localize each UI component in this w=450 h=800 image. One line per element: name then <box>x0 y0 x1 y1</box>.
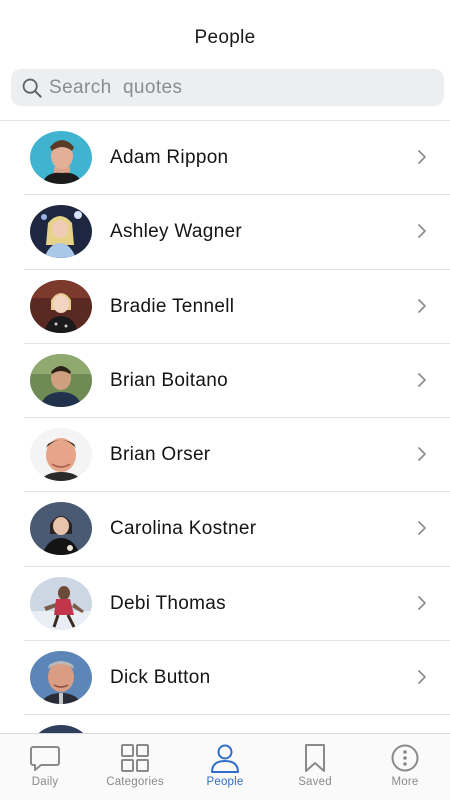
chevron-right-icon <box>418 224 426 239</box>
search-icon <box>22 78 42 98</box>
avatar-image <box>30 353 92 407</box>
tab-daily[interactable]: Daily <box>0 734 90 800</box>
chevron-right-icon <box>418 150 426 164</box>
avatar <box>30 353 92 407</box>
avatar-image <box>30 428 92 482</box>
avatar <box>30 131 92 184</box>
person-name: Debi Thomas <box>110 592 226 614</box>
search-input[interactable] <box>49 76 429 99</box>
avatar <box>30 428 92 482</box>
list-item[interactable] <box>0 715 450 733</box>
person-name: Brian Orser <box>110 444 211 466</box>
tab-label: People <box>206 776 244 788</box>
list-item[interactable]: Debi Thomas <box>0 567 450 642</box>
tab-saved[interactable]: Saved <box>270 734 360 800</box>
avatar <box>30 725 92 733</box>
tab-categories[interactable]: Categories <box>90 734 180 800</box>
tab-label: Saved <box>298 776 332 788</box>
avatar <box>30 279 92 333</box>
list-item[interactable]: Dick Button <box>0 641 450 716</box>
person-name: Dick Button <box>110 667 211 689</box>
grid-icon <box>121 744 149 772</box>
more-dots-icon <box>391 744 419 772</box>
chevron-right-icon <box>418 298 426 313</box>
avatar-image <box>30 725 92 733</box>
avatar-image <box>30 131 92 184</box>
list-item[interactable]: Adam Rippon <box>0 121 450 196</box>
tab-label: More <box>391 776 419 788</box>
avatar-image <box>30 205 92 259</box>
list-item[interactable]: Bradie Tennell <box>0 270 450 345</box>
list-item[interactable]: Carolina Kostner <box>0 492 450 568</box>
avatar-image <box>30 651 92 705</box>
tab-label: Daily <box>31 776 59 788</box>
tab-label: Categories <box>106 776 164 788</box>
list-item[interactable]: Ashley Wagner <box>0 195 450 270</box>
person-name: Adam Rippon <box>110 147 229 168</box>
header: People <box>0 0 450 64</box>
chevron-right-icon <box>418 595 426 610</box>
avatar-image <box>30 502 92 556</box>
avatar <box>30 205 92 259</box>
person-name: Ashley Wagner <box>110 221 243 243</box>
chevron-right-icon <box>418 521 426 536</box>
tab-bar: Daily Categories People Saved More <box>0 733 450 800</box>
avatar-image <box>30 279 92 333</box>
person-name: Brian Boitano <box>110 369 228 391</box>
app-screen: People Adam Rippon <box>0 0 450 800</box>
tab-more[interactable]: More <box>360 734 450 800</box>
person-name: Carolina Kostner <box>110 518 257 540</box>
avatar <box>30 576 92 630</box>
page-title: People <box>194 27 256 48</box>
avatar <box>30 651 92 705</box>
list-item[interactable]: Brian Boitano <box>0 344 450 419</box>
people-list[interactable]: Adam Rippon Ashley Wagner Bradie Tennell… <box>0 121 450 733</box>
person-icon <box>211 744 239 773</box>
tab-people[interactable]: People <box>180 734 270 800</box>
chevron-right-icon <box>418 670 426 684</box>
bookmark-icon <box>305 744 325 772</box>
search-bar[interactable] <box>11 69 444 106</box>
chevron-right-icon <box>418 447 426 462</box>
avatar <box>30 502 92 556</box>
speech-bubble-icon <box>30 746 60 771</box>
list-item[interactable]: Brian Orser <box>0 418 450 493</box>
person-name: Bradie Tennell <box>110 295 235 317</box>
chevron-right-icon <box>418 372 426 387</box>
avatar-image <box>30 576 92 630</box>
